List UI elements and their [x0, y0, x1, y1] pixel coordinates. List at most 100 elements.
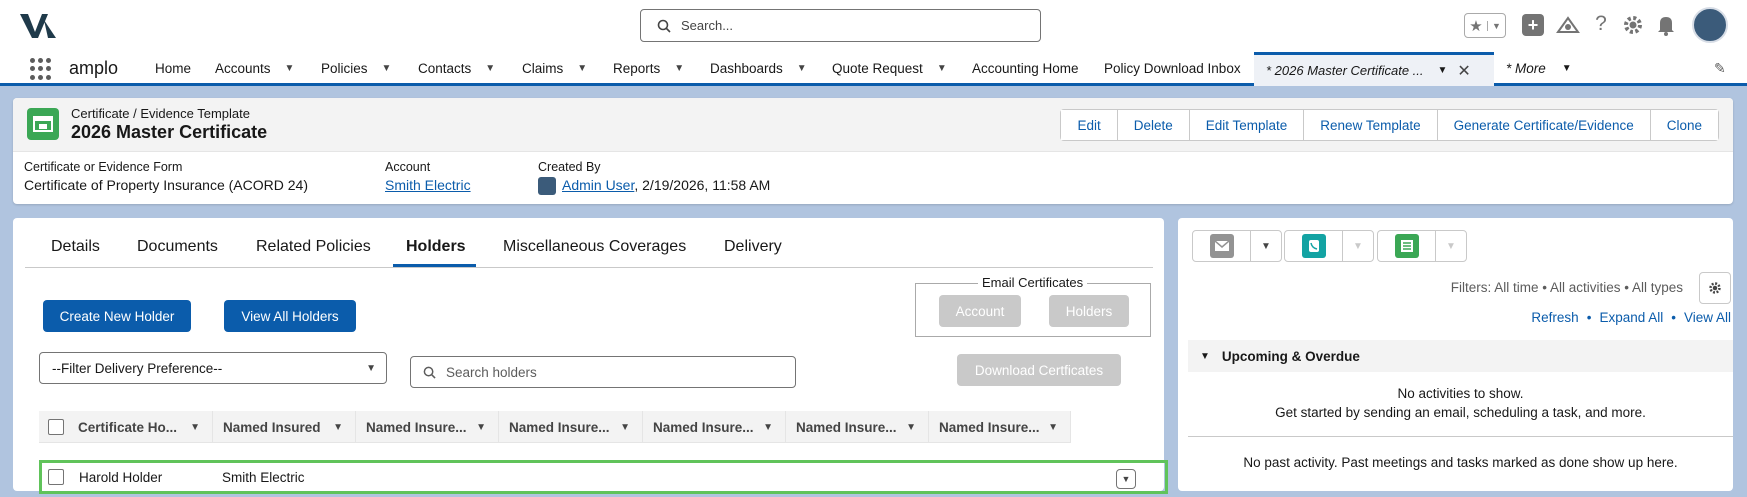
- chevron-down-icon[interactable]: ▼: [937, 63, 947, 74]
- star-icon: ★: [1469, 17, 1483, 35]
- chevron-down-icon[interactable]: ▼: [285, 63, 295, 74]
- clone-button[interactable]: Clone: [1649, 110, 1718, 140]
- column-header[interactable]: Named Insured ▼: [213, 411, 356, 443]
- global-actions-icon[interactable]: +: [1522, 14, 1544, 36]
- call-action-group: ▼: [1284, 230, 1374, 262]
- divider: [1188, 436, 1733, 437]
- view-all-link[interactable]: View All: [1684, 310, 1731, 325]
- new-email-button[interactable]: [1193, 231, 1251, 261]
- chevron-down-icon: ▼: [906, 421, 916, 433]
- nav-item-claims[interactable]: Claims ▼: [522, 61, 587, 76]
- chevron-down-icon[interactable]: ▼: [674, 63, 684, 74]
- row-checkbox[interactable]: [48, 469, 64, 485]
- nav-item-dashboards[interactable]: Dashboards ▼: [710, 61, 807, 76]
- column-header[interactable]: Named Insure... ▼: [929, 411, 1071, 443]
- company-logo[interactable]: [18, 12, 58, 40]
- log-call-button[interactable]: [1285, 231, 1343, 261]
- chevron-down-icon[interactable]: ▼: [797, 63, 807, 74]
- nav-item-contacts[interactable]: Contacts ▼: [418, 61, 495, 76]
- help-icon[interactable]: ?: [1592, 12, 1610, 36]
- nav-more[interactable]: * More ▼: [1506, 61, 1572, 76]
- column-header[interactable]: Named Insure... ▼: [643, 411, 786, 443]
- renew-template-button[interactable]: Renew Template: [1303, 110, 1437, 140]
- chevron-down-icon[interactable]: ▼: [1343, 231, 1373, 261]
- field-created-by: Created By Admin User, 2/19/2026, 11:58 …: [538, 160, 770, 196]
- nav-item-label: Reports: [613, 61, 661, 76]
- chevron-down-icon[interactable]: ▼: [577, 63, 587, 74]
- chevron-down-icon: ▼: [366, 363, 376, 374]
- trailhead-icon[interactable]: [1556, 14, 1580, 36]
- chevron-down-icon[interactable]: ▼: [1251, 231, 1281, 261]
- bell-icon[interactable]: [1656, 14, 1676, 36]
- user-avatar[interactable]: [1692, 7, 1728, 43]
- create-new-holder-button[interactable]: Create New Holder: [43, 300, 191, 332]
- account-link[interactable]: Smith Electric: [385, 177, 471, 193]
- tab-2026-master-certificate[interactable]: * 2026 Master Certificate ... ▼ ✕: [1254, 52, 1494, 86]
- email-holders-button[interactable]: Holders: [1049, 295, 1129, 327]
- expand-all-link[interactable]: Expand All: [1599, 310, 1663, 325]
- nav-item-quote-request[interactable]: Quote Request ▼: [832, 61, 947, 76]
- nav-item-label: Dashboards: [710, 61, 783, 76]
- record-header: Certificate / Evidence Template 2026 Mas…: [13, 98, 1733, 204]
- gear-icon[interactable]: [1622, 14, 1644, 36]
- nav-item-label: Accounts: [215, 61, 271, 76]
- column-header[interactable]: Certificate Ho... ▼: [68, 411, 213, 443]
- edit-template-button[interactable]: Edit Template: [1188, 110, 1304, 140]
- column-header[interactable]: Named Insure... ▼: [356, 411, 499, 443]
- app-nav-bar: amplo Home Accounts ▼ Policies ▼ Contacts ▼ Cla…: [0, 52, 1747, 86]
- search-icon: [423, 366, 436, 379]
- favorites-button[interactable]: ★ ▼: [1464, 13, 1506, 38]
- nav-item-home[interactable]: Home: [155, 61, 191, 76]
- object-type-label: Certificate / Evidence Template: [71, 106, 250, 121]
- delivery-preference-select[interactable]: --Filter Delivery Preference-- ▼: [39, 352, 387, 384]
- edit-button[interactable]: Edit: [1061, 110, 1117, 140]
- new-task-button[interactable]: [1378, 231, 1436, 261]
- nav-item-reports[interactable]: Reports ▼: [613, 61, 684, 76]
- download-certificates-button[interactable]: Download Certficates: [957, 354, 1121, 386]
- email-certificates-group: Email Certificates Account Holders: [915, 275, 1151, 337]
- app-launcher-icon[interactable]: [30, 58, 52, 80]
- field-label: Created By: [538, 160, 601, 174]
- nav-item-accounting-home[interactable]: Accounting Home: [972, 61, 1079, 76]
- edit-nav-icon[interactable]: ✎: [1714, 60, 1726, 77]
- tab-holders[interactable]: Holders: [406, 238, 466, 256]
- chevron-down-icon[interactable]: ▼: [1438, 65, 1448, 76]
- table-row[interactable]: Harold Holder Smith Electric ▼: [39, 460, 1168, 494]
- nav-item-policy-download-inbox[interactable]: Policy Download Inbox: [1104, 61, 1241, 76]
- nav-item-accounts[interactable]: Accounts ▼: [215, 61, 294, 76]
- column-header[interactable]: Named Insure... ▼: [499, 411, 643, 443]
- nav-item-policies[interactable]: Policies ▼: [321, 61, 391, 76]
- generate-certificate-button[interactable]: Generate Certificate/Evidence: [1436, 110, 1650, 140]
- global-search-input[interactable]: Search...: [640, 9, 1041, 42]
- tab-delivery[interactable]: Delivery: [724, 238, 782, 256]
- chevron-down-icon: ▼: [1048, 421, 1058, 433]
- field-label: Certificate or Evidence Form: [24, 160, 183, 174]
- refresh-link[interactable]: Refresh: [1531, 310, 1578, 325]
- select-all-checkbox[interactable]: [48, 419, 64, 435]
- chevron-down-icon[interactable]: ▼: [382, 63, 392, 74]
- nav-item-label: Contacts: [418, 61, 472, 76]
- view-all-holders-button[interactable]: View All Holders: [224, 300, 356, 332]
- close-icon[interactable]: ✕: [1457, 61, 1470, 81]
- row-actions-dropdown[interactable]: ▼: [1116, 469, 1136, 489]
- email-account-button[interactable]: Account: [939, 295, 1021, 327]
- tab-details[interactable]: Details: [51, 238, 100, 256]
- chevron-down-icon: ▼: [1487, 20, 1505, 31]
- activity-settings-button[interactable]: [1699, 272, 1731, 304]
- chevron-down-icon: ▼: [476, 421, 486, 433]
- certificate-template-icon: [27, 108, 59, 140]
- email-action-group: ▼: [1192, 230, 1282, 262]
- tab-related-policies[interactable]: Related Policies: [256, 238, 371, 256]
- chevron-down-icon[interactable]: ▼: [485, 63, 495, 74]
- search-holders-placeholder: Search holders: [446, 364, 537, 380]
- nav-item-label: Policy Download Inbox: [1104, 61, 1241, 76]
- created-by-user-link[interactable]: Admin User: [562, 177, 634, 193]
- chevron-down-icon[interactable]: ▼: [1436, 231, 1466, 261]
- search-holders-input[interactable]: Search holders: [410, 356, 796, 388]
- upcoming-overdue-title: Upcoming & Overdue: [1221, 348, 1360, 364]
- tab-miscellaneous-coverages[interactable]: Miscellaneous Coverages: [503, 238, 686, 256]
- tab-documents[interactable]: Documents: [137, 238, 218, 256]
- column-header[interactable]: Named Insure... ▼: [786, 411, 929, 443]
- delete-button[interactable]: Delete: [1116, 110, 1189, 140]
- upcoming-overdue-section[interactable]: ▼ Upcoming & Overdue: [1188, 340, 1733, 372]
